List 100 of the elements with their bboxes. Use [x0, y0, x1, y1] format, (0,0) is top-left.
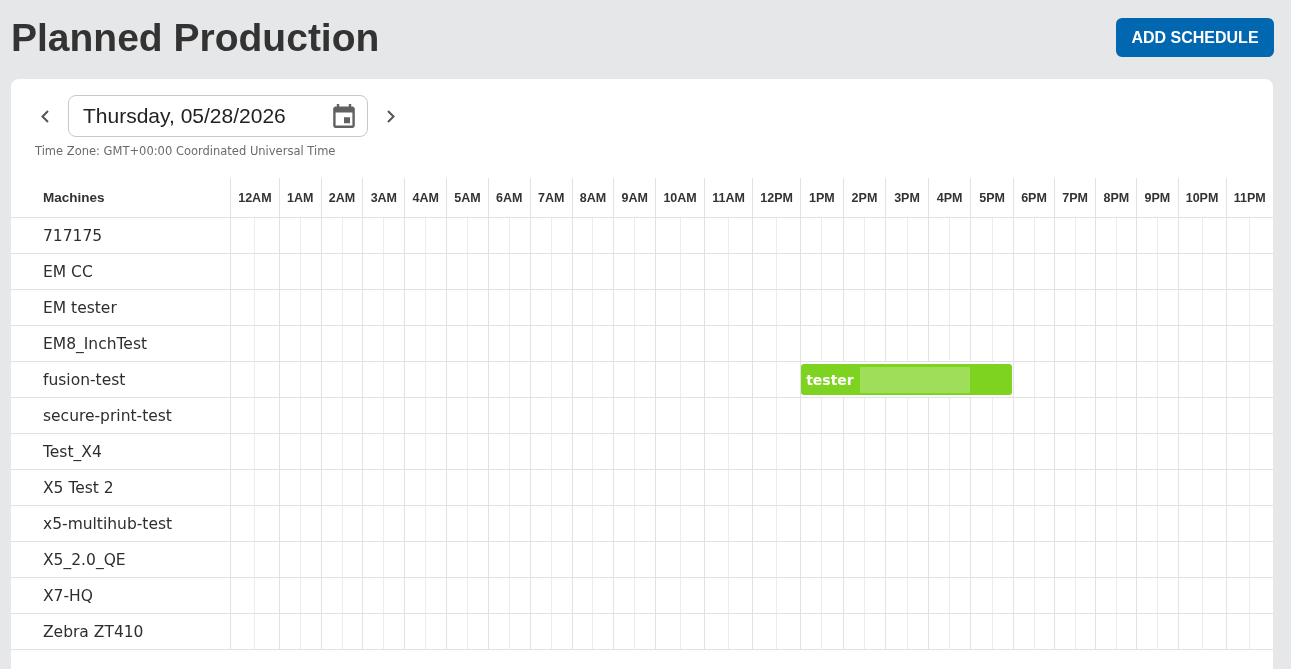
time-slot[interactable]	[404, 326, 447, 362]
time-slot[interactable]	[1054, 254, 1096, 290]
time-slot[interactable]	[800, 614, 843, 650]
time-slot[interactable]	[752, 506, 801, 542]
time-slot[interactable]	[927, 218, 971, 254]
time-slot[interactable]	[613, 578, 656, 614]
time-slot[interactable]	[704, 542, 753, 578]
time-slot[interactable]	[571, 614, 614, 650]
time-slot[interactable]	[1225, 434, 1273, 470]
time-slot[interactable]	[800, 578, 843, 614]
time-slot[interactable]	[1054, 218, 1096, 254]
time-slot[interactable]	[1225, 218, 1273, 254]
time-slot[interactable]	[404, 398, 447, 434]
time-slot[interactable]	[230, 470, 279, 506]
time-slot[interactable]	[655, 470, 704, 506]
time-slot[interactable]	[1136, 434, 1178, 470]
time-slot[interactable]	[613, 542, 656, 578]
time-slot[interactable]	[613, 218, 656, 254]
time-slot[interactable]	[655, 614, 704, 650]
time-slot[interactable]	[885, 326, 928, 362]
time-slot[interactable]	[487, 506, 530, 542]
time-slot[interactable]	[1054, 614, 1096, 650]
time-slot[interactable]	[320, 614, 363, 650]
time-slot[interactable]	[1225, 398, 1273, 434]
time-slot[interactable]	[1054, 434, 1096, 470]
time-slot[interactable]	[1054, 362, 1096, 398]
time-slot[interactable]	[970, 614, 1013, 650]
time-slot[interactable]	[571, 218, 614, 254]
time-slot[interactable]	[1095, 506, 1137, 542]
time-slot[interactable]	[278, 218, 321, 254]
time-slot[interactable]	[752, 326, 801, 362]
time-slot[interactable]	[885, 398, 928, 434]
time-slot[interactable]	[613, 326, 656, 362]
time-slot[interactable]	[1054, 578, 1096, 614]
time-slot[interactable]	[800, 434, 843, 470]
time-slot[interactable]	[970, 218, 1013, 254]
time-slot[interactable]	[655, 398, 704, 434]
time-slot[interactable]	[752, 290, 801, 326]
time-slot[interactable]	[571, 470, 614, 506]
time-slot[interactable]	[842, 290, 886, 326]
time-slot[interactable]	[1177, 614, 1226, 650]
time-slot[interactable]	[927, 434, 971, 470]
time-slot[interactable]	[1054, 290, 1096, 326]
time-slot[interactable]	[278, 398, 321, 434]
time-slot[interactable]	[529, 614, 572, 650]
time-slot[interactable]	[1095, 470, 1137, 506]
time-slot[interactable]	[404, 218, 447, 254]
time-slot[interactable]	[404, 578, 447, 614]
time-slot[interactable]	[278, 578, 321, 614]
time-slot[interactable]	[704, 614, 753, 650]
time-slot[interactable]	[1136, 362, 1178, 398]
time-slot[interactable]	[529, 506, 572, 542]
time-slot[interactable]	[655, 254, 704, 290]
time-slot[interactable]	[800, 542, 843, 578]
time-slot[interactable]	[1136, 542, 1178, 578]
time-slot[interactable]	[446, 290, 488, 326]
time-slot[interactable]	[800, 506, 843, 542]
time-slot[interactable]	[842, 398, 886, 434]
time-slot[interactable]	[752, 254, 801, 290]
calendar-icon[interactable]	[333, 104, 355, 128]
time-slot[interactable]	[885, 542, 928, 578]
time-slot[interactable]	[842, 326, 886, 362]
time-slot[interactable]	[529, 398, 572, 434]
time-slot[interactable]	[752, 470, 801, 506]
time-slot[interactable]	[704, 290, 753, 326]
time-slot[interactable]	[613, 506, 656, 542]
time-slot[interactable]	[752, 542, 801, 578]
time-slot[interactable]	[487, 470, 530, 506]
time-slot[interactable]	[446, 614, 488, 650]
time-slot[interactable]	[1095, 218, 1137, 254]
time-slot[interactable]	[487, 254, 530, 290]
time-slot[interactable]	[487, 218, 530, 254]
time-slot[interactable]	[1095, 254, 1137, 290]
time-slot[interactable]	[362, 470, 405, 506]
time-slot[interactable]	[1095, 290, 1137, 326]
time-slot[interactable]	[404, 434, 447, 470]
time-slot[interactable]	[446, 506, 488, 542]
time-slot[interactable]	[885, 578, 928, 614]
time-slot[interactable]	[1012, 326, 1055, 362]
time-slot[interactable]	[800, 398, 843, 434]
time-slot[interactable]	[1054, 506, 1096, 542]
time-slot[interactable]	[571, 362, 614, 398]
time-slot[interactable]	[800, 218, 843, 254]
time-slot[interactable]	[278, 542, 321, 578]
time-slot[interactable]	[404, 470, 447, 506]
time-slot[interactable]	[970, 578, 1013, 614]
time-slot[interactable]	[571, 506, 614, 542]
time-slot[interactable]	[1095, 362, 1137, 398]
time-slot[interactable]	[1136, 506, 1178, 542]
time-slot[interactable]	[446, 578, 488, 614]
time-slot[interactable]	[1012, 434, 1055, 470]
time-slot[interactable]	[446, 542, 488, 578]
time-slot[interactable]	[1095, 434, 1137, 470]
time-slot[interactable]	[885, 614, 928, 650]
time-slot[interactable]	[278, 362, 321, 398]
time-slot[interactable]	[970, 326, 1013, 362]
time-slot[interactable]	[655, 326, 704, 362]
time-slot[interactable]	[362, 578, 405, 614]
time-slot[interactable]	[487, 326, 530, 362]
time-slot[interactable]	[487, 614, 530, 650]
